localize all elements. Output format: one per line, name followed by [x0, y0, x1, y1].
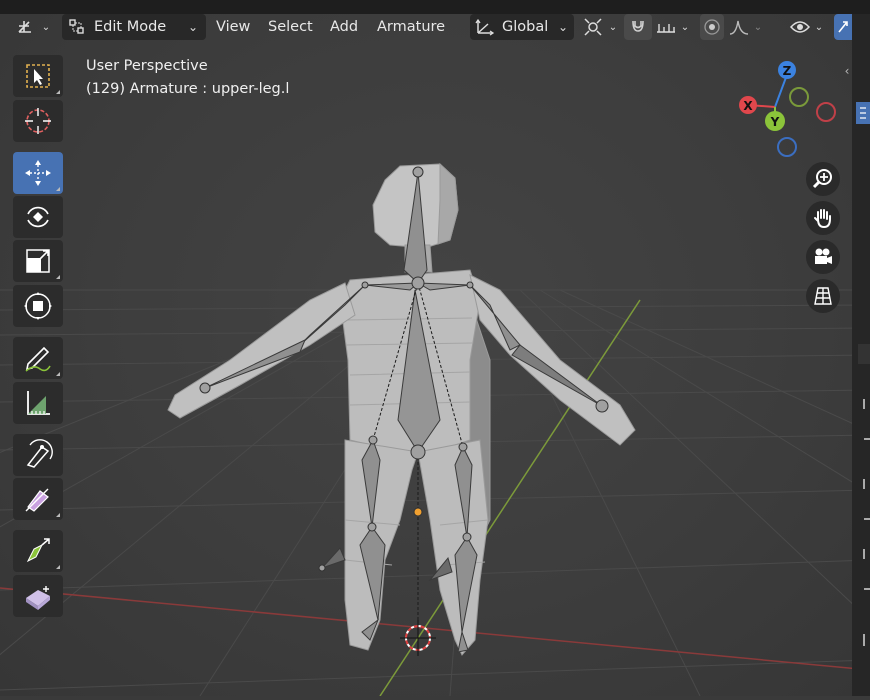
grid-perspective-icon	[814, 287, 832, 305]
visibility-button[interactable]: ⌄	[786, 14, 826, 40]
move-arrows-icon	[25, 160, 51, 186]
menu-add[interactable]: Add	[324, 14, 364, 40]
chevron-down-icon: ⌄	[187, 20, 198, 34]
magnet-icon	[632, 20, 644, 32]
envelope-box-icon	[26, 586, 50, 610]
neg-x-handle	[816, 102, 836, 122]
x-axis-line	[0, 587, 870, 671]
menu-view[interactable]: View	[210, 14, 256, 40]
camera-icon	[815, 248, 832, 264]
ruler-icon	[27, 391, 50, 415]
cursor-icon	[25, 108, 51, 134]
hand-icon	[814, 209, 831, 229]
falloff-button[interactable]: ⌄	[726, 14, 764, 40]
chevron-down-icon: ⌄	[753, 21, 763, 33]
navigation-gizmo[interactable]: Z X Y	[730, 55, 850, 165]
orientation-label: Global	[502, 19, 549, 35]
viewport-header: ⌄ Edit Mode ⌄ View Select Add Armature G…	[0, 14, 852, 42]
sidebar-edge-icons	[856, 102, 870, 646]
neg-z-handle	[777, 137, 797, 157]
pivot-icon	[584, 18, 602, 36]
eye-icon	[789, 21, 810, 33]
rotate-icon	[27, 206, 49, 228]
mode-label: Edit Mode	[94, 19, 167, 35]
edit-mode-icon	[69, 19, 84, 34]
pencil-icon	[25, 346, 51, 372]
extrude-tool[interactable]	[13, 530, 63, 572]
context-info: (129) Armature : upper-leg.l	[86, 81, 290, 97]
transform-orientation-selector[interactable]: Global ⌄	[470, 14, 574, 40]
annotate-tool[interactable]	[13, 337, 63, 379]
camera-view-button[interactable]	[806, 240, 840, 274]
snap-increment-icon	[656, 24, 675, 33]
axis-grid-icon	[18, 21, 31, 33]
falloff-curve-icon	[729, 20, 748, 35]
zoom-button[interactable]	[806, 162, 840, 196]
z-axis-label: Z	[783, 64, 792, 78]
pan-button[interactable]	[806, 201, 840, 235]
view-name: User Perspective	[86, 58, 208, 74]
gizmo-arrow-icon	[838, 21, 848, 33]
neg-y-handle	[789, 87, 809, 107]
bone-size-tool[interactable]	[13, 478, 63, 520]
window-top-strip	[0, 0, 870, 14]
extrude-bone-icon	[26, 538, 50, 563]
menu-armature[interactable]: Armature	[371, 14, 451, 40]
selected-bone-tail	[413, 507, 423, 517]
x-axis-label: X	[743, 99, 753, 113]
viewport-info: User Perspective (129) Armature : upper-…	[86, 55, 289, 101]
right-panel-edge[interactable]	[852, 14, 870, 696]
transform-tool[interactable]	[13, 285, 63, 327]
transform-icon	[24, 292, 52, 320]
roll-tool[interactable]	[13, 434, 63, 476]
gizmo-toggle[interactable]	[834, 14, 852, 40]
menu-select[interactable]: Select	[262, 14, 319, 40]
move-tool[interactable]	[13, 152, 63, 194]
measure-tool[interactable]	[13, 382, 63, 424]
scale-tool[interactable]	[13, 240, 63, 282]
proportional-editing-toggle[interactable]	[700, 14, 724, 40]
snap-toggle[interactable]	[624, 14, 652, 40]
y-axis-label: Y	[770, 115, 780, 129]
chevron-down-icon: ⌄	[680, 21, 690, 33]
mode-selector[interactable]: Edit Mode ⌄	[62, 14, 206, 40]
chevron-down-icon: ⌄	[557, 20, 568, 34]
chevron-down-icon: ⌄	[608, 21, 618, 33]
chevron-down-icon: ⌄	[41, 21, 51, 33]
rotate-tool[interactable]	[13, 196, 63, 238]
editor-type-button[interactable]: ⌄	[14, 14, 52, 40]
bone-size-icon	[25, 488, 49, 512]
3d-cursor	[400, 620, 436, 656]
cursor-tool[interactable]	[13, 100, 63, 142]
proportional-icon	[704, 19, 720, 35]
chevron-down-icon: ⌄	[814, 21, 824, 33]
select-box-icon	[26, 64, 50, 88]
bone-roll-icon	[26, 439, 53, 468]
snap-target-button[interactable]: ⌄	[652, 14, 692, 40]
select-box-tool[interactable]	[13, 55, 63, 97]
bone-envelope-tool[interactable]	[13, 575, 63, 617]
pivot-point-button[interactable]: ⌄	[580, 14, 620, 40]
orientation-icon	[475, 18, 495, 36]
scale-icon	[26, 249, 50, 273]
ortho-toggle-button[interactable]	[806, 279, 840, 313]
zoom-magnifier-icon	[812, 169, 832, 189]
